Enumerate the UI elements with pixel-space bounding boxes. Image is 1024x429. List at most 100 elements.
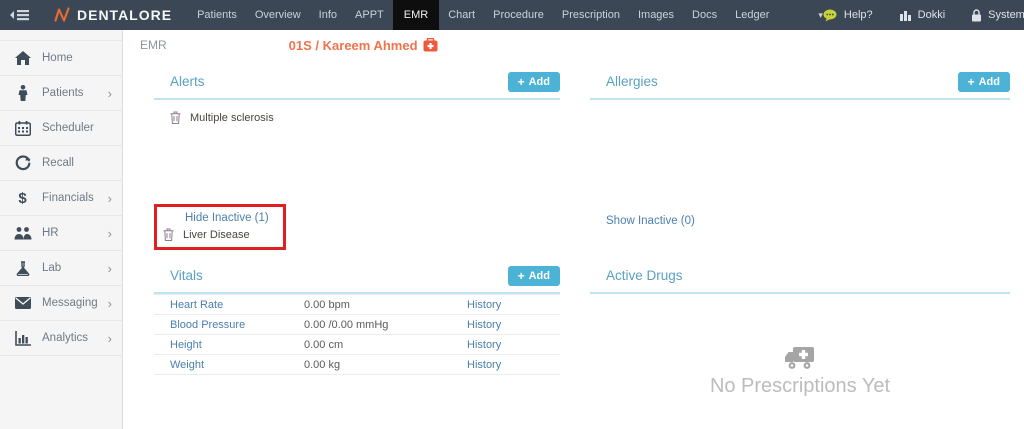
sidebar-item-financials[interactable]: $ Financials › — [0, 181, 122, 216]
ambulance-icon — [784, 346, 816, 371]
breadcrumb: EMR — [140, 38, 167, 52]
envelope-icon — [12, 297, 33, 309]
right-column: Allergies +Add Show Inactive (0) Active … — [590, 70, 1010, 429]
vital-label[interactable]: Blood Pressure — [154, 315, 304, 335]
active-drugs-header: Active Drugs — [590, 264, 1010, 294]
alerts-title: Alerts — [170, 74, 508, 89]
clinic-label: Dokki — [918, 9, 946, 21]
first-aid-kit-icon — [423, 38, 438, 52]
sidebar-item-label: Scheduler — [42, 122, 94, 134]
patient-icon — [12, 85, 33, 101]
trash-icon — [170, 111, 181, 124]
nav-patients[interactable]: Patients — [188, 0, 246, 30]
add-vitals-button[interactable]: +Add — [508, 266, 560, 286]
vital-history-link[interactable]: History — [467, 355, 560, 375]
sidebar-collapse-button[interactable] — [10, 0, 30, 30]
vitals-row-blood-pressure: Blood Pressure 0.00 /0.00 mmHg History — [154, 315, 560, 335]
vital-label[interactable]: Heart Rate — [154, 295, 304, 315]
dollar-icon: $ — [12, 190, 33, 207]
vital-label[interactable]: Height — [154, 335, 304, 355]
sidebar-item-scheduler[interactable]: Scheduler — [0, 111, 122, 146]
nav-chart[interactable]: Chart — [439, 0, 484, 30]
user-label: System Administrator — [988, 9, 1024, 21]
topbar-right: Help? Dokki System Administrator ▾ — [823, 0, 1024, 30]
vitals-header: Vitals +Add — [154, 264, 560, 294]
lock-icon — [971, 9, 982, 22]
delete-inactive-alert-button[interactable] — [163, 228, 174, 241]
vital-history-link[interactable]: History — [467, 315, 560, 335]
sidebar-item-messaging[interactable]: Messaging › — [0, 286, 122, 321]
top-nav: Patients Overview Info APPT EMR Chart Pr… — [188, 0, 778, 30]
delete-alert-button[interactable] — [170, 111, 181, 124]
alert-item-label: Multiple sclerosis — [190, 112, 274, 124]
sidebar-item-recall[interactable]: Recall — [0, 146, 122, 181]
sidebar-item-label: HR — [42, 227, 59, 239]
dentalore-logo-icon — [54, 7, 70, 23]
allergies-inactive-section: Show Inactive (0) — [590, 204, 1010, 264]
sidebar-item-hr[interactable]: HR › — [0, 216, 122, 251]
sidebar-item-lab[interactable]: Lab › — [0, 251, 122, 286]
add-alert-button[interactable]: +Add — [508, 72, 560, 92]
brand-name: DENTALORE — [77, 7, 172, 23]
nav-info[interactable]: Info — [310, 0, 346, 30]
hide-inactive-toggle[interactable]: Hide Inactive (1) — [163, 212, 269, 224]
show-inactive-toggle[interactable]: Show Inactive (0) — [590, 204, 695, 227]
no-prescriptions-text: No Prescriptions Yet — [710, 375, 890, 398]
vitals-table: Heart Rate 0.00 bpm History Blood Pressu… — [154, 294, 560, 375]
nav-ledger[interactable]: Ledger — [726, 0, 778, 30]
inactive-alert-item: Liver Disease — [163, 228, 269, 241]
alerts-inactive-section: Hide Inactive (1) Liver Disease — [154, 204, 560, 264]
chevron-right-icon: › — [108, 297, 112, 310]
nav-procedure[interactable]: Procedure — [484, 0, 553, 30]
vital-label[interactable]: Weight — [154, 355, 304, 375]
sidebar-menu: Home Patients › Scheduler Recall $ Finan… — [0, 40, 122, 356]
annotation-highlight-box: Hide Inactive (1) Liver Disease — [154, 204, 286, 250]
alerts-header: Alerts +Add — [154, 70, 560, 100]
topbar: DENTALORE Patients Overview Info APPT EM… — [0, 0, 1024, 30]
people-icon — [12, 227, 33, 240]
collapse-menu-icon — [10, 8, 30, 22]
calendar-icon — [12, 121, 33, 136]
chat-bubble-icon — [823, 9, 838, 22]
page-header: EMR 01S / Kareem Ahmed — [124, 30, 1024, 60]
sidebar-item-label: Home — [42, 52, 73, 64]
allergies-header: Allergies +Add — [590, 70, 1010, 100]
patient-link[interactable]: 01S / Kareem Ahmed — [289, 38, 438, 53]
nav-emr[interactable]: EMR — [393, 0, 439, 30]
brand[interactable]: DENTALORE — [54, 0, 172, 30]
nav-docs[interactable]: Docs — [683, 0, 726, 30]
alerts-list: Multiple sclerosis — [154, 100, 560, 204]
chevron-right-icon: › — [108, 227, 112, 240]
main-content: EMR 01S / Kareem Ahmed Alerts +Add — [124, 30, 1024, 429]
clinic-selector[interactable]: Dokki — [899, 9, 946, 21]
chevron-right-icon: › — [108, 87, 112, 100]
sidebar-item-label: Recall — [42, 157, 74, 169]
sidebar-item-label: Messaging — [42, 297, 98, 309]
sidebar-item-patients[interactable]: Patients › — [0, 76, 122, 111]
vitals-row-heart-rate: Heart Rate 0.00 bpm History — [154, 295, 560, 315]
vital-history-link[interactable]: History — [467, 295, 560, 315]
sidebar-item-analytics[interactable]: Analytics › — [0, 321, 122, 356]
vitals-title: Vitals — [170, 268, 508, 283]
nav-prescription[interactable]: Prescription — [553, 0, 629, 30]
chevron-right-icon: › — [108, 262, 112, 275]
user-menu[interactable]: System Administrator ▾ — [971, 9, 1024, 22]
chevron-right-icon: › — [108, 192, 112, 205]
plus-icon: + — [968, 76, 975, 88]
nav-overview[interactable]: Overview — [246, 0, 310, 30]
nav-appt[interactable]: APPT — [346, 0, 393, 30]
vitals-row-height: Height 0.00 cm History — [154, 335, 560, 355]
help-label: Help? — [844, 9, 873, 21]
plus-icon: + — [518, 270, 525, 282]
vital-history-link[interactable]: History — [467, 335, 560, 355]
sidebar-item-label: Analytics — [42, 332, 88, 344]
allergies-list — [590, 100, 1010, 204]
sidebar-item-home[interactable]: Home — [0, 41, 122, 76]
add-allergy-button[interactable]: +Add — [958, 72, 1010, 92]
trash-icon — [163, 228, 174, 241]
nav-images[interactable]: Images — [629, 0, 683, 30]
sidebar: Home Patients › Scheduler Recall $ Finan… — [0, 30, 123, 429]
help-button[interactable]: Help? — [823, 9, 873, 22]
allergies-title: Allergies — [606, 74, 958, 89]
vital-value: 0.00 bpm — [304, 295, 467, 315]
